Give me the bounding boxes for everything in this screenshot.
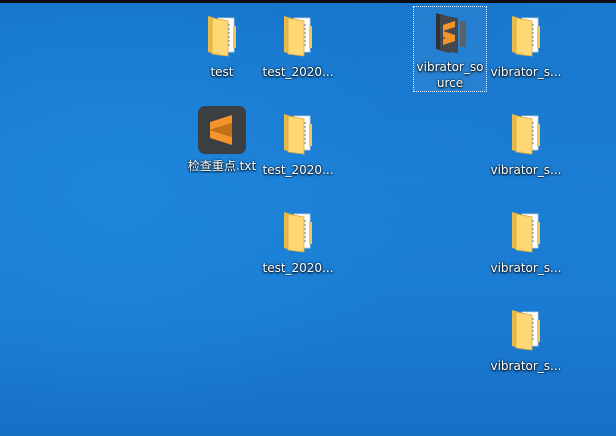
desktop-icon-vibrator-source[interactable]: vibrator_source [413,6,487,92]
sublime-folder-icon [436,13,466,53]
icon-label: test_2020... [262,163,334,177]
desktop-icon-test-2020-2[interactable]: test_2020... [260,106,336,202]
icon-label: vibrator_source [416,60,484,90]
icon-label: vibrator_s... [490,65,562,79]
icon-label: vibrator_s... [490,163,562,177]
folder-icon [208,16,236,57]
icon-label: vibrator_s... [490,261,562,275]
folder-icon [284,114,312,155]
icon-label: vibrator_s... [490,359,562,373]
desktop-icon-checkpoints-txt[interactable]: 检查重点.txt [184,102,260,198]
icon-label: 检查重点.txt [187,159,257,173]
folder-icon [512,16,540,57]
sublime-text-icon [198,106,246,154]
folder-icon [512,212,540,253]
folder-icon [284,212,312,253]
taskbar-edge [0,0,616,3]
folder-icon [284,16,312,57]
icon-label: test [210,65,234,79]
desktop-icon-vibrator-s-1[interactable]: vibrator_s... [488,8,564,104]
desktop-icon-vibrator-s-2[interactable]: vibrator_s... [488,106,564,202]
desktop-icon-vibrator-s-4[interactable]: vibrator_s... [488,302,564,398]
desktop-icon-test[interactable]: test [184,8,260,104]
icon-label: test_2020... [262,261,334,275]
desktop-icon-test-2020-3[interactable]: test_2020... [260,204,336,300]
icon-label: test_2020... [262,65,334,79]
folder-icon [512,114,540,155]
folder-icon [512,310,540,351]
desktop-icon-test-2020-1[interactable]: test_2020... [260,8,336,104]
desktop-icon-vibrator-s-3[interactable]: vibrator_s... [488,204,564,300]
